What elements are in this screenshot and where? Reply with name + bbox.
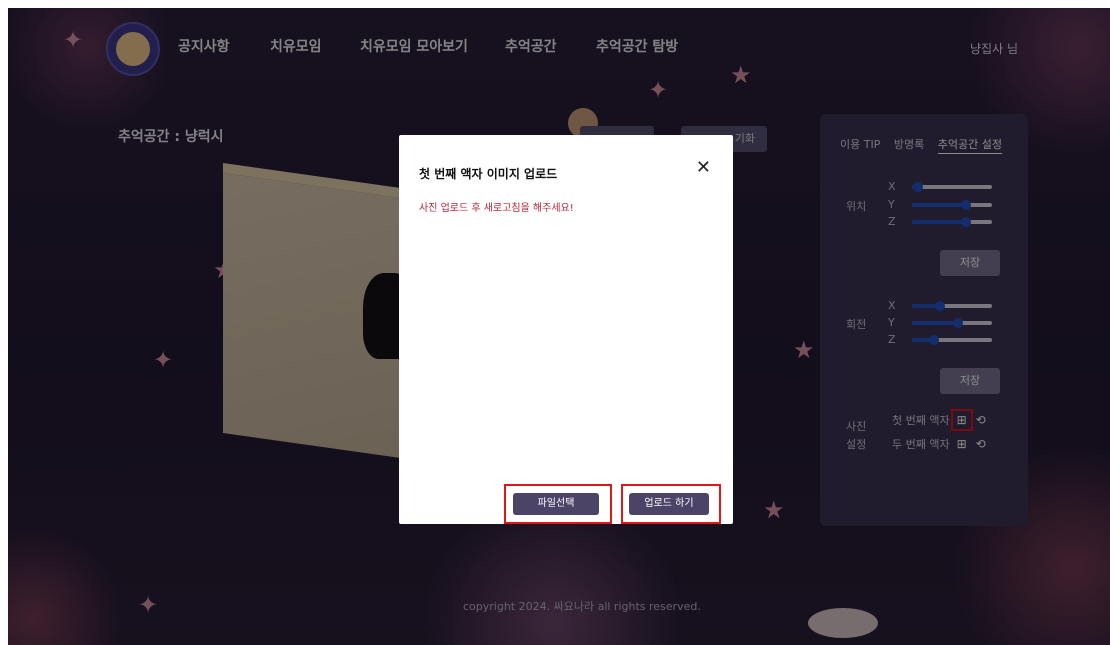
close-icon[interactable]: ✕	[696, 159, 711, 177]
app-screen: ✦ ★ ✦ ★ ✦ ★ ★ ★ ★ ✦ 공지사항 치유모임 치유모임 모아보기 …	[8, 8, 1110, 645]
upload-modal: 첫 번째 액자 이미지 업로드 ✕ 사진 업로드 후 새로고침을 해주세요! 파…	[399, 135, 733, 524]
file-select-button[interactable]: 파일선택	[513, 493, 599, 515]
upload-button[interactable]: 업로드 하기	[629, 493, 709, 515]
modal-message: 사진 업로드 후 새로고침을 해주세요!	[419, 203, 574, 214]
modal-title: 첫 번째 액자 이미지 업로드	[419, 167, 558, 181]
